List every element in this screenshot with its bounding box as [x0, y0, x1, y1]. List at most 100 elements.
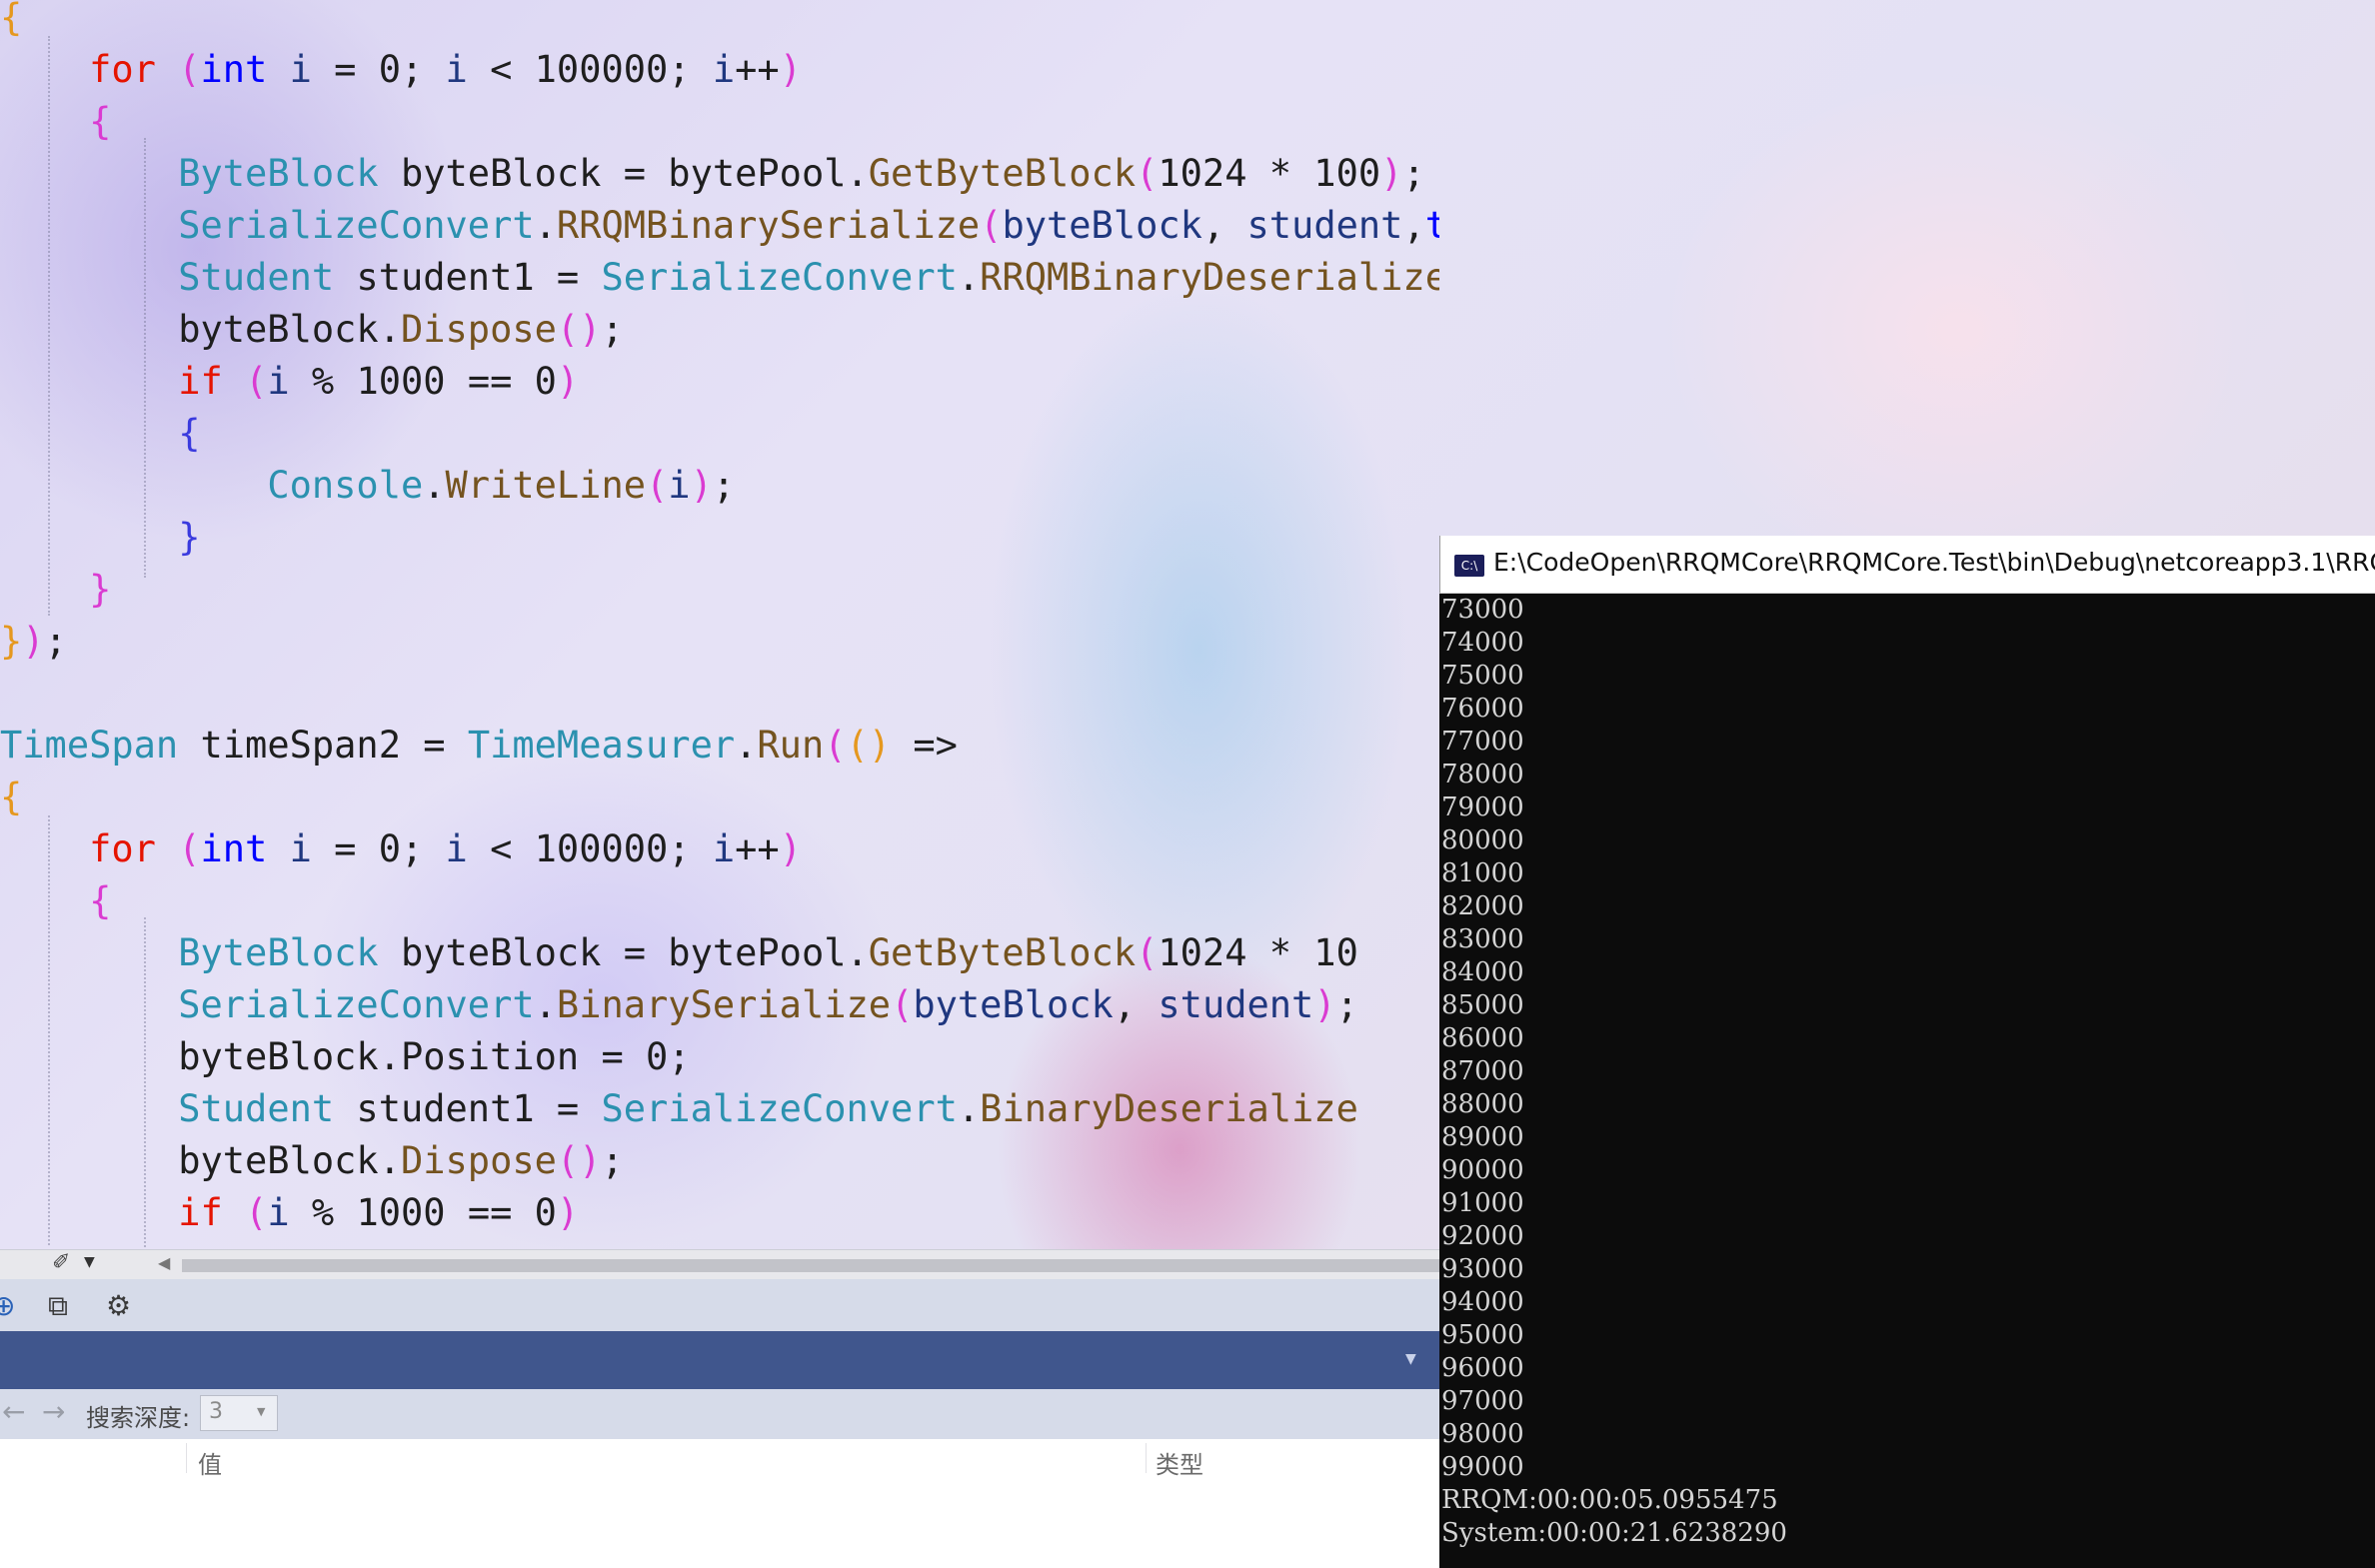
code-line[interactable]: if (i % 1000 == 0): [0, 356, 579, 408]
console-line: 87000: [1441, 1056, 1524, 1086]
code-token: (: [245, 360, 268, 403]
code-editor[interactable]: { for (int i = 0; i < 100000; i++) { Byt…: [0, 0, 1439, 1249]
code-token: (): [556, 308, 602, 351]
console-window[interactable]: C:\ E:\CodeOpen\RRQMCore\RRQMCore.Test\b…: [1439, 536, 2375, 1568]
search-depth-select[interactable]: 3 ▼: [200, 1395, 278, 1431]
code-token: (: [1136, 931, 1159, 974]
copy-icon[interactable]: ⧉: [48, 1289, 68, 1323]
code-token: Student: [178, 256, 335, 299]
search-depth-value: 3: [209, 1399, 223, 1424]
code-line[interactable]: ByteBlock byteBlock = bytePool.GetByteBl…: [0, 927, 1358, 979]
code-line[interactable]: {: [0, 408, 200, 460]
code-token: int: [200, 48, 268, 91]
column-value-header[interactable]: 值: [198, 1445, 222, 1480]
console-titlebar[interactable]: C:\ E:\CodeOpen\RRQMCore\RRQMCore.Test\b…: [1439, 536, 2375, 594]
scroll-left-icon[interactable]: ◀: [158, 1253, 170, 1272]
code-line[interactable]: Student student1 = SerializeConvert.RRQM…: [0, 252, 1439, 304]
console-line: 98000: [1441, 1419, 1524, 1449]
code-line[interactable]: {: [0, 772, 22, 823]
console-line: 73000: [1441, 595, 1524, 625]
brush-icon[interactable]: ✐: [52, 1250, 70, 1275]
dropdown-arrow-icon[interactable]: ▼: [84, 1254, 95, 1270]
code-token: (): [846, 724, 892, 767]
scrollbar-thumb[interactable]: [182, 1259, 1439, 1272]
code-token: GetByteBlock: [868, 931, 1137, 974]
code-token: BinarySerialize: [556, 983, 892, 1026]
code-line[interactable]: {: [0, 875, 111, 927]
code-token: ;: [44, 620, 67, 663]
code-token: ): [779, 827, 802, 870]
console-line: 75000: [1441, 661, 1524, 691]
code-token: .: [534, 983, 557, 1026]
code-token: WriteLine: [445, 464, 647, 507]
code-line[interactable]: Student student1 = SerializeConvert.Bina…: [0, 1083, 1358, 1135]
code-token: SerializeConvert: [601, 256, 958, 299]
code-token: }: [0, 620, 23, 663]
code-token: byteBlock: [913, 983, 1114, 1026]
console-line: 78000: [1441, 760, 1524, 789]
code-line[interactable]: }: [0, 512, 200, 564]
code-token: i: [267, 360, 290, 403]
code-token: student1 =: [334, 256, 602, 299]
code-line[interactable]: });: [0, 616, 67, 668]
code-token: = 0;: [311, 827, 446, 870]
code-token: student: [1246, 204, 1403, 247]
console-line: 96000: [1441, 1353, 1524, 1383]
code-line[interactable]: {: [0, 0, 22, 44]
code-token: ByteBlock: [178, 152, 379, 195]
code-token: ): [1313, 983, 1336, 1026]
horizontal-scrollbar[interactable]: ✐ ▼ ◀: [0, 1249, 1439, 1280]
code-line[interactable]: {: [0, 96, 111, 148]
code-token: ): [690, 464, 713, 507]
code-token: SerializeConvert: [178, 983, 535, 1026]
code-token: Console: [267, 464, 424, 507]
code-token: byteBlock.Position = 0;: [0, 1035, 691, 1078]
dropdown-arrow-icon[interactable]: ▼: [1405, 1351, 1416, 1367]
chevron-down-icon: ▼: [257, 1405, 266, 1418]
code-token: < 100000;: [467, 48, 713, 91]
code-line[interactable]: TimeSpan timeSpan2 = TimeMeasurer.Run(()…: [0, 720, 958, 772]
code-token: byteBlock.: [0, 308, 401, 351]
code-line[interactable]: for (int i = 0; i < 100000; i++): [0, 44, 802, 96]
code-token: .: [957, 256, 981, 299]
code-line[interactable]: Console.WriteLine(i);: [0, 460, 735, 512]
console-line: 82000: [1441, 891, 1524, 921]
code-line[interactable]: for (int i = 0; i < 100000; i++): [0, 823, 802, 875]
console-line: 74000: [1441, 628, 1524, 658]
code-token: student1 =: [334, 1087, 602, 1130]
console-line: 77000: [1441, 727, 1524, 757]
code-token: (: [824, 724, 847, 767]
forward-arrow-icon[interactable]: →: [42, 1395, 65, 1428]
console-line: System:00:00:21.6238290: [1441, 1518, 1787, 1548]
code-line[interactable]: byteBlock.Position = 0;: [0, 1031, 691, 1083]
code-token: ): [556, 1191, 580, 1234]
code-line[interactable]: byteBlock.Dispose();: [0, 304, 624, 356]
console-line: 85000: [1441, 990, 1524, 1020]
code-line[interactable]: SerializeConvert.RRQMBinarySerialize(byt…: [0, 200, 1439, 252]
code-line[interactable]: if (i % 1000 == 0): [0, 1187, 579, 1239]
code-token: % 1000 == 0: [289, 360, 557, 403]
console-line: 91000: [1441, 1188, 1524, 1218]
back-arrow-icon[interactable]: ←: [2, 1395, 25, 1428]
code-line[interactable]: byteBlock.Dispose();: [0, 1135, 624, 1187]
code-token: true: [1424, 204, 1439, 247]
code-line[interactable]: ByteBlock byteBlock = bytePool.GetByteBl…: [0, 148, 1424, 200]
column-type-header[interactable]: 类型: [1156, 1445, 1203, 1480]
code-line[interactable]: }: [0, 564, 111, 616]
code-line[interactable]: SerializeConvert.BinarySerialize(byteBlo…: [0, 979, 1358, 1031]
watch-list[interactable]: [0, 1477, 1439, 1568]
code-token: ++: [735, 48, 780, 91]
settings-icon[interactable]: ⚙: [106, 1289, 131, 1322]
reference-icon[interactable]: ⊕: [0, 1289, 15, 1322]
code-token: int: [200, 827, 268, 870]
code-token: timeSpan2 =: [178, 724, 468, 767]
code-token: for: [89, 827, 156, 870]
